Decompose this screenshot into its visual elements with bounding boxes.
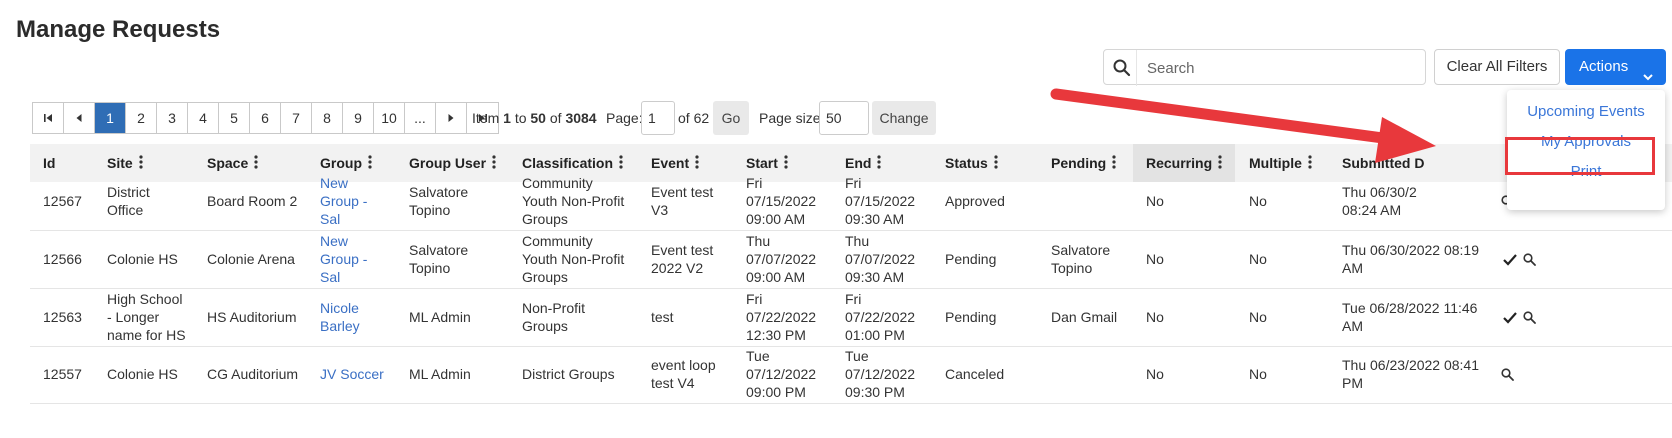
page-title: Manage Requests <box>16 16 221 43</box>
check-icon[interactable] <box>1503 311 1517 327</box>
cell-multiple: No <box>1249 193 1267 209</box>
cell-classification: Community Youth Non-Profit Groups <box>522 175 625 227</box>
search-icon[interactable] <box>1501 368 1514 384</box>
page-link[interactable]: 10 <box>374 103 405 133</box>
menu-item-upcoming-events[interactable]: Upcoming Events <box>1507 103 1665 120</box>
search-icon <box>1112 58 1132 78</box>
cell-site: Colonie HS <box>107 251 178 267</box>
cell-space: Board Room 2 <box>207 193 298 209</box>
page-size-input[interactable]: 50 <box>819 101 869 135</box>
cell-id: 12557 <box>43 366 82 382</box>
check-icon[interactable] <box>1503 253 1517 269</box>
cell-recurring: No <box>1146 251 1164 267</box>
next-page-icon[interactable] <box>436 103 467 133</box>
cell-status: Pending <box>945 309 997 325</box>
search-input[interactable] <box>1136 50 1429 86</box>
cell-site: High School - Longer name for HS <box>107 291 186 343</box>
page-input[interactable]: 1 <box>641 101 675 135</box>
go-button[interactable]: Go <box>713 101 749 135</box>
cell-multiple: No <box>1249 251 1267 267</box>
cell-group[interactable]: New Group - Sal <box>320 174 367 228</box>
cell-event: Event test V3 <box>651 184 714 218</box>
cell-pending: Dan Gmail <box>1051 309 1118 325</box>
page-link[interactable]: 4 <box>188 103 219 133</box>
prev-page-icon[interactable] <box>64 103 95 133</box>
cell-group[interactable]: Nicole Barley <box>320 299 360 335</box>
page-link[interactable]: ... <box>405 103 436 133</box>
cell-status: Pending <box>945 251 997 267</box>
cell-status: Canceled <box>945 366 1005 382</box>
cell-site: Colonie HS <box>107 366 178 382</box>
cell-group[interactable]: New Group - Sal <box>320 232 367 286</box>
cell-end: Fri 07/22/2022 01:00 PM <box>845 291 916 343</box>
cell-multiple: No <box>1249 366 1267 382</box>
cell-id: 12563 <box>43 309 82 325</box>
first-page-icon[interactable] <box>33 103 64 133</box>
table-row-partial <box>30 404 1672 438</box>
cell-submitted: Thu 06/30/2 08:24 AM <box>1342 184 1417 218</box>
page-count: of 62 <box>678 110 710 126</box>
item-range: Item 1 to 50 of 3084 <box>472 110 597 126</box>
cell-space: CG Auditorium <box>207 366 299 382</box>
cell-space: Colonie Arena <box>207 251 295 267</box>
row-actions <box>1501 368 1514 384</box>
page-link[interactable]: 8 <box>312 103 343 133</box>
row-actions <box>1503 253 1536 269</box>
search-icon[interactable] <box>1523 311 1536 327</box>
cell-id: 12566 <box>43 251 82 267</box>
table-row[interactable]: 12566 Colonie HS Colonie Arena New Group - Sa… <box>30 230 1672 289</box>
cell-start: Fri 07/15/2022 09:00 AM <box>746 175 817 227</box>
cell-event: Event test 2022 V2 <box>651 242 714 276</box>
clear-filters-button[interactable]: Clear All Filters <box>1434 49 1560 85</box>
cell-submitted: Tue 06/28/2022 11:46 AM <box>1342 300 1478 334</box>
cell-recurring: No <box>1146 193 1164 209</box>
page-link[interactable]: 5 <box>219 103 250 133</box>
page-link[interactable]: 6 <box>250 103 281 133</box>
cell-start: Tue 07/12/2022 09:00 PM <box>746 348 817 400</box>
page-label: Page: <box>606 110 643 126</box>
cell-classification: Community Youth Non-Profit Groups <box>522 233 625 285</box>
page-link[interactable]: 3 <box>157 103 188 133</box>
cell-submitted: Thu 06/30/2022 08:19 AM <box>1342 242 1480 276</box>
page-size-label: Page size: <box>759 110 825 126</box>
cell-group[interactable]: JV Soccer <box>320 365 384 383</box>
page-link[interactable]: 1 <box>95 103 126 133</box>
search-box[interactable] <box>1103 49 1429 86</box>
row-actions <box>1503 311 1536 327</box>
table-row[interactable]: 12563 High School - Longer name for HS HS Au… <box>30 288 1672 347</box>
page-link[interactable]: 9 <box>343 103 374 133</box>
search-icon[interactable] <box>1523 253 1536 269</box>
pagination: 1 2 3 4 5 6 7 8 9 10... <box>32 102 499 134</box>
actions-label: Actions <box>1579 58 1629 75</box>
cell-submitted: Thu 06/23/2022 08:41 PM <box>1342 357 1480 391</box>
cell-group-user: Salvatore Topino <box>409 242 469 276</box>
cell-site: District Office <box>107 184 150 218</box>
cell-group-user: ML Admin <box>409 309 471 325</box>
cell-id: 12567 <box>43 193 82 209</box>
cell-end: Thu 07/07/2022 09:30 AM <box>845 233 916 285</box>
table-row[interactable]: 12567 District Office Board Room 2 New Group … <box>30 172 1672 231</box>
cell-start: Thu 07/07/2022 09:00 AM <box>746 233 817 285</box>
highlight-box <box>1505 137 1655 175</box>
cell-space: HS Auditorium <box>207 309 297 325</box>
cell-group-user: Salvatore Topino <box>409 184 469 218</box>
page-link[interactable]: 2 <box>126 103 157 133</box>
cell-recurring: No <box>1146 366 1164 382</box>
cell-multiple: No <box>1249 309 1267 325</box>
cell-end: Fri 07/15/2022 09:30 AM <box>845 175 916 227</box>
actions-button[interactable]: Actions <box>1565 49 1666 85</box>
cell-recurring: No <box>1146 309 1164 325</box>
cell-event: test <box>651 309 674 325</box>
page-link[interactable]: 7 <box>281 103 312 133</box>
cell-status: Approved <box>945 193 1005 209</box>
table-row[interactable]: 12557 Colonie HS CG Auditorium JV Soccer ML … <box>30 345 1672 404</box>
cell-group-user: ML Admin <box>409 366 471 382</box>
cell-event: event loop test V4 <box>651 357 716 391</box>
cell-classification: Non-Profit Groups <box>522 300 586 334</box>
cell-classification: District Groups <box>522 366 615 382</box>
cell-pending: Salvatore Topino <box>1051 242 1111 276</box>
cell-end: Tue 07/12/2022 09:30 PM <box>845 348 916 400</box>
cell-start: Fri 07/22/2022 12:30 PM <box>746 291 817 343</box>
change-button[interactable]: Change <box>872 101 936 135</box>
